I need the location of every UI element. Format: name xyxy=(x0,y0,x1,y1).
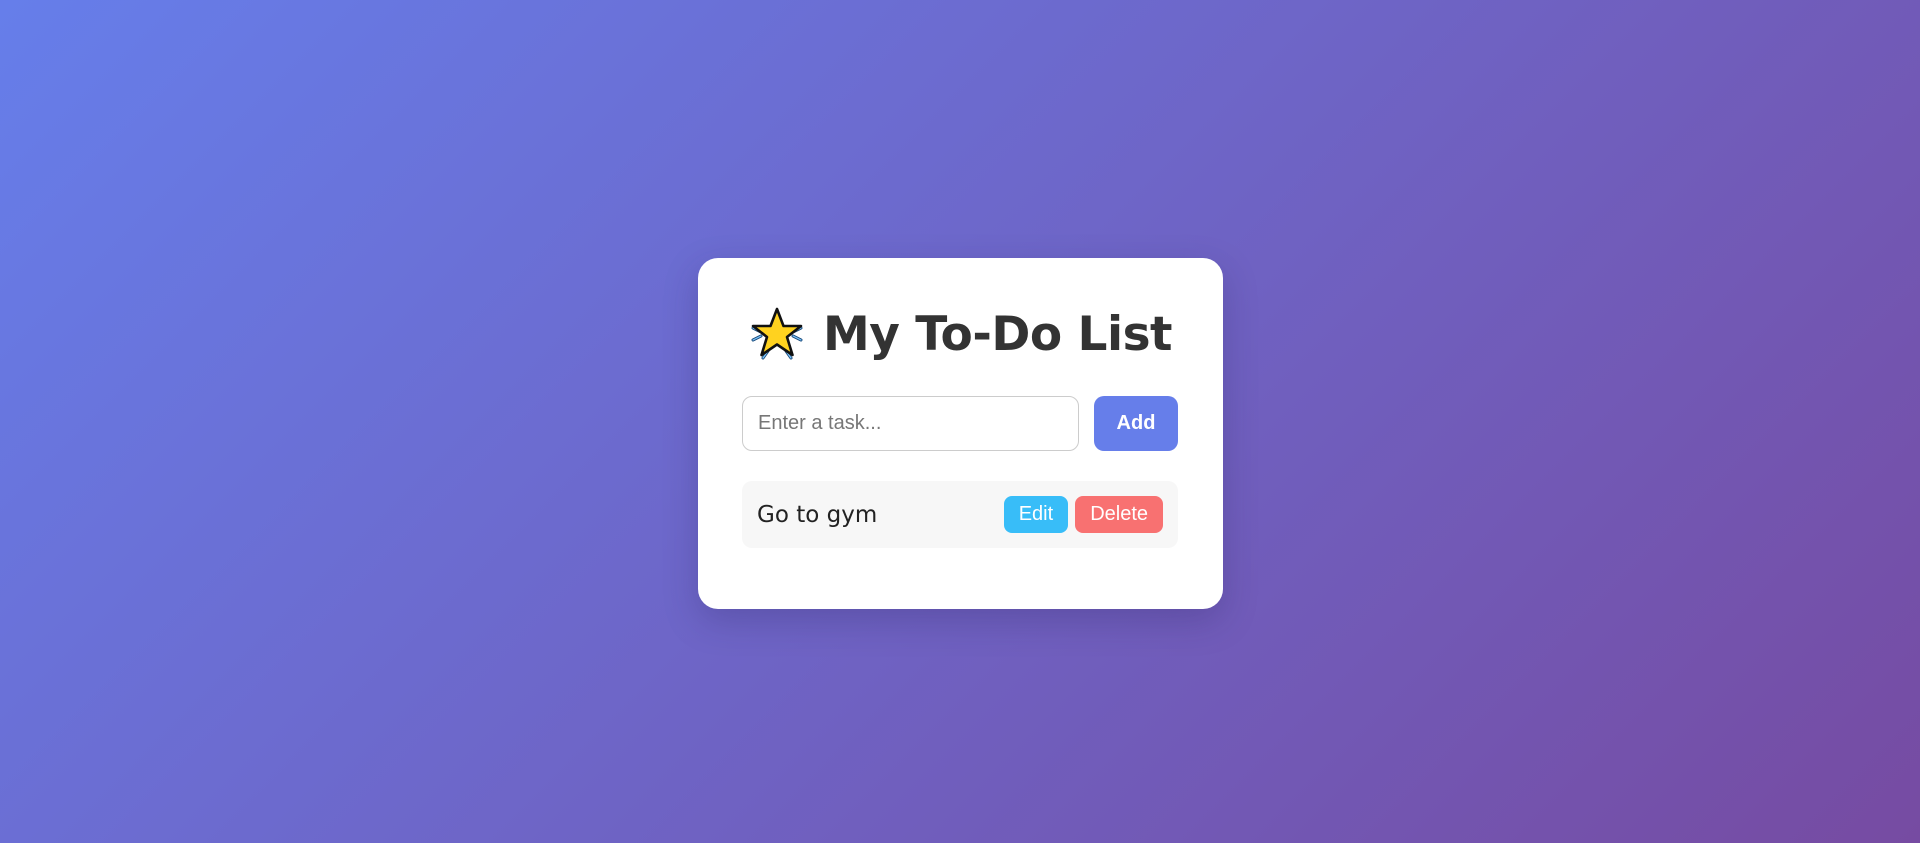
task-input[interactable] xyxy=(742,396,1079,451)
todo-card: My To-Do List Add Go to gym Edit Delete xyxy=(698,258,1223,609)
task-item: Go to gym Edit Delete xyxy=(742,481,1178,548)
delete-button[interactable]: Delete xyxy=(1075,496,1163,533)
task-text: Go to gym xyxy=(757,501,878,528)
edit-button[interactable]: Edit xyxy=(1003,496,1069,533)
add-button[interactable]: Add xyxy=(1094,396,1178,451)
sparkle-star-icon xyxy=(749,306,805,362)
page-title: My To-Do List xyxy=(698,304,1223,364)
title-text: My To-Do List xyxy=(822,306,1173,362)
task-list: Go to gym Edit Delete xyxy=(742,481,1178,548)
